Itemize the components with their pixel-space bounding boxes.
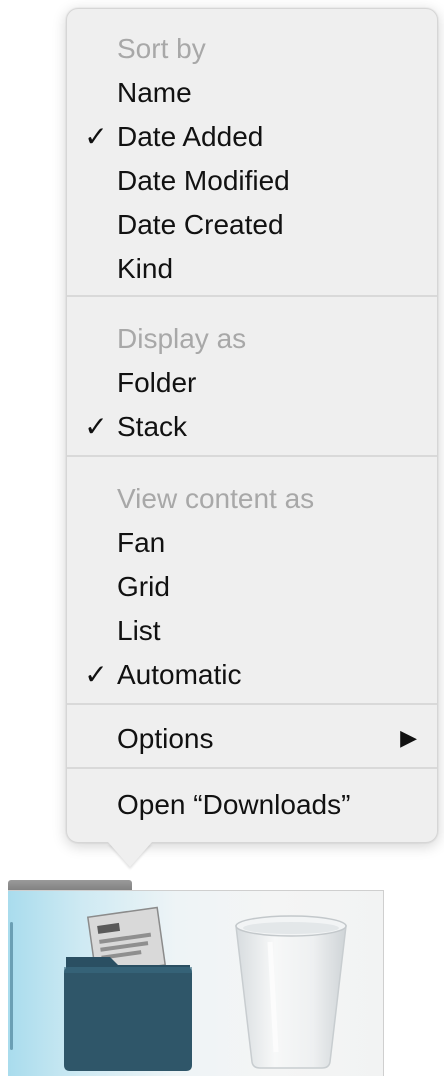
menu-item-label: Folder xyxy=(117,367,197,398)
menu-item-open-downloads[interactable]: Open “Downloads” xyxy=(67,783,437,827)
menu-item-label: Open “Downloads” xyxy=(117,789,351,820)
menu-item-label: List xyxy=(117,615,161,646)
menu-item-sort-date-modified[interactable]: Date Modified xyxy=(67,159,437,203)
menu-item-options[interactable]: Options ▶ xyxy=(67,717,437,761)
menu-item-sort-date-created[interactable]: Date Created xyxy=(67,203,437,247)
checkmark-icon: ✓ xyxy=(84,410,108,443)
menu-item-label: Options xyxy=(117,723,214,754)
menu-item-sort-name[interactable]: Name xyxy=(67,71,437,115)
menu-item-label: Date Added xyxy=(117,121,264,152)
checkmark-icon: ✓ xyxy=(84,120,108,153)
menu-separator xyxy=(67,767,437,769)
menu-item-view-automatic[interactable]: ✓ Automatic xyxy=(67,653,437,697)
menu-item-label: Date Created xyxy=(117,209,284,240)
menu-separator xyxy=(67,295,437,297)
menu-item-sort-date-added[interactable]: ✓ Date Added xyxy=(67,115,437,159)
menu-item-label: Fan xyxy=(117,527,166,558)
downloads-folder-icon[interactable] xyxy=(60,905,196,1075)
menu-separator xyxy=(67,455,437,457)
menu-item-view-grid[interactable]: Grid xyxy=(67,565,437,609)
menu-pointer-arrow xyxy=(108,842,152,867)
submenu-arrow-icon: ▶ xyxy=(400,726,417,751)
dock-context-menu: Sort by Name ✓ Date Added Date Modified … xyxy=(66,8,438,843)
menu-item-display-stack[interactable]: ✓ Stack xyxy=(67,405,437,449)
menu-item-sort-kind[interactable]: Kind xyxy=(67,247,437,291)
menu-item-display-folder[interactable]: Folder xyxy=(67,361,437,405)
menu-item-label: Name xyxy=(117,77,192,108)
menu-separator xyxy=(67,703,437,705)
menu-item-label: Date Modified xyxy=(117,165,290,196)
menu-item-label: Automatic xyxy=(117,659,242,690)
dock-divider xyxy=(10,922,13,1050)
trash-icon[interactable] xyxy=(230,912,352,1072)
menu-item-label: Grid xyxy=(117,571,170,602)
menu-section-header-display-as: Display as xyxy=(117,323,247,354)
menu-item-view-list[interactable]: List xyxy=(67,609,437,653)
checkmark-icon: ✓ xyxy=(84,658,108,691)
menu-section-header-view-content-as: View content as xyxy=(117,483,315,514)
menu-item-label: Stack xyxy=(117,411,188,442)
menu-item-view-fan[interactable]: Fan xyxy=(67,521,437,565)
menu-section-header-sort-by: Sort by xyxy=(117,33,206,64)
menu-item-label: Kind xyxy=(117,253,174,284)
desktop: Sort by Name ✓ Date Added Date Modified … xyxy=(0,0,444,1076)
